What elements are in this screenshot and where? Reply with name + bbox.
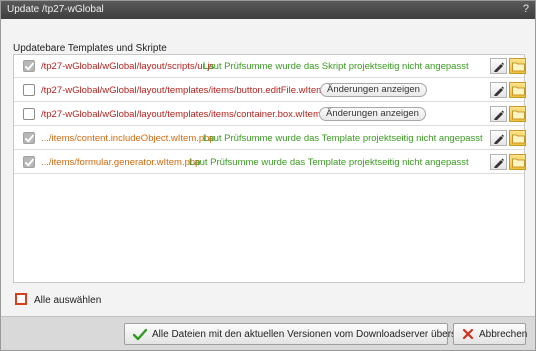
overwrite-all-label: Alle Dateien mit den aktuellen Versionen…: [152, 329, 483, 340]
cancel-button[interactable]: Abbrechen: [453, 323, 528, 345]
row-checkbox[interactable]: [23, 108, 35, 120]
status-message: Laut Prüfsumme wurde das Template projek…: [189, 157, 469, 168]
edit-button[interactable]: [490, 82, 507, 98]
edit-button[interactable]: [490, 154, 507, 170]
folder-button[interactable]: [509, 58, 526, 74]
x-icon: [462, 328, 474, 340]
status-message: Laut Prüfsumme wurde das Template projek…: [203, 133, 483, 144]
folder-icon: [512, 62, 525, 72]
row-checkbox[interactable]: [23, 84, 35, 96]
show-changes-button[interactable]: Änderungen anzeigen: [319, 107, 426, 121]
folder-button[interactable]: [509, 154, 526, 170]
list-item: .../items/content.includeObject.wItem.ph…: [14, 127, 526, 150]
status-message: Laut Prüfsumme wurde das Skript projekts…: [203, 61, 469, 72]
edit-button[interactable]: [490, 130, 507, 146]
file-path: .../items/formular.generator.wItem.php: [41, 157, 201, 168]
edit-button[interactable]: [490, 106, 507, 122]
file-path: .../items/content.includeObject.wItem.ph…: [41, 133, 215, 144]
pencil-icon: [494, 110, 504, 120]
pencil-icon: [494, 62, 504, 72]
help-button[interactable]: ?: [523, 3, 529, 15]
pencil-icon: [494, 86, 504, 96]
file-path: /tp27-wGlobal/wGlobal/layout/templates/i…: [41, 85, 343, 96]
overwrite-all-button[interactable]: Alle Dateien mit den aktuellen Versionen…: [124, 323, 483, 345]
list-item: /tp27-wGlobal/wGlobal/layout/scripts/ui.…: [14, 55, 526, 78]
title-bar: Update /tp27-wGlobal ?: [1, 1, 535, 19]
pencil-icon: [494, 158, 504, 168]
file-path: /tp27-wGlobal/wGlobal/layout/templates/i…: [41, 109, 340, 120]
window-title: Update /tp27-wGlobal: [7, 4, 104, 15]
folder-button[interactable]: [509, 82, 526, 98]
folder-button[interactable]: [509, 130, 526, 146]
folder-icon: [512, 110, 525, 120]
template-list: /tp27-wGlobal/wGlobal/layout/scripts/ui.…: [13, 54, 526, 283]
row-checkbox[interactable]: [23, 60, 35, 72]
list-item: /tp27-wGlobal/wGlobal/layout/templates/i…: [14, 79, 526, 102]
list-item: /tp27-wGlobal/wGlobal/layout/templates/i…: [14, 103, 526, 126]
list-item: .../items/formular.generator.wItem.php L…: [14, 151, 526, 174]
checkmark-icon: [133, 328, 147, 341]
folder-icon: [512, 158, 525, 168]
folder-icon: [512, 134, 525, 144]
folder-icon: [512, 86, 525, 96]
file-path: /tp27-wGlobal/wGlobal/layout/scripts/ui.…: [41, 61, 215, 72]
dialog-footer: Alle Dateien mit den aktuellen Versionen…: [1, 316, 535, 350]
update-dialog: Update /tp27-wGlobal ? Updatebare Templa…: [0, 0, 536, 351]
edit-button[interactable]: [490, 58, 507, 74]
row-checkbox[interactable]: [23, 132, 35, 144]
select-all-label: Alle auswählen: [34, 295, 102, 306]
select-all-checkbox[interactable]: [15, 293, 27, 305]
row-checkbox[interactable]: [23, 156, 35, 168]
cancel-label: Abbrechen: [479, 329, 528, 340]
pencil-icon: [494, 134, 504, 144]
folder-button[interactable]: [509, 106, 526, 122]
section-label: Updatebare Templates und Skripte: [13, 43, 167, 54]
show-changes-button[interactable]: Änderungen anzeigen: [320, 83, 427, 97]
